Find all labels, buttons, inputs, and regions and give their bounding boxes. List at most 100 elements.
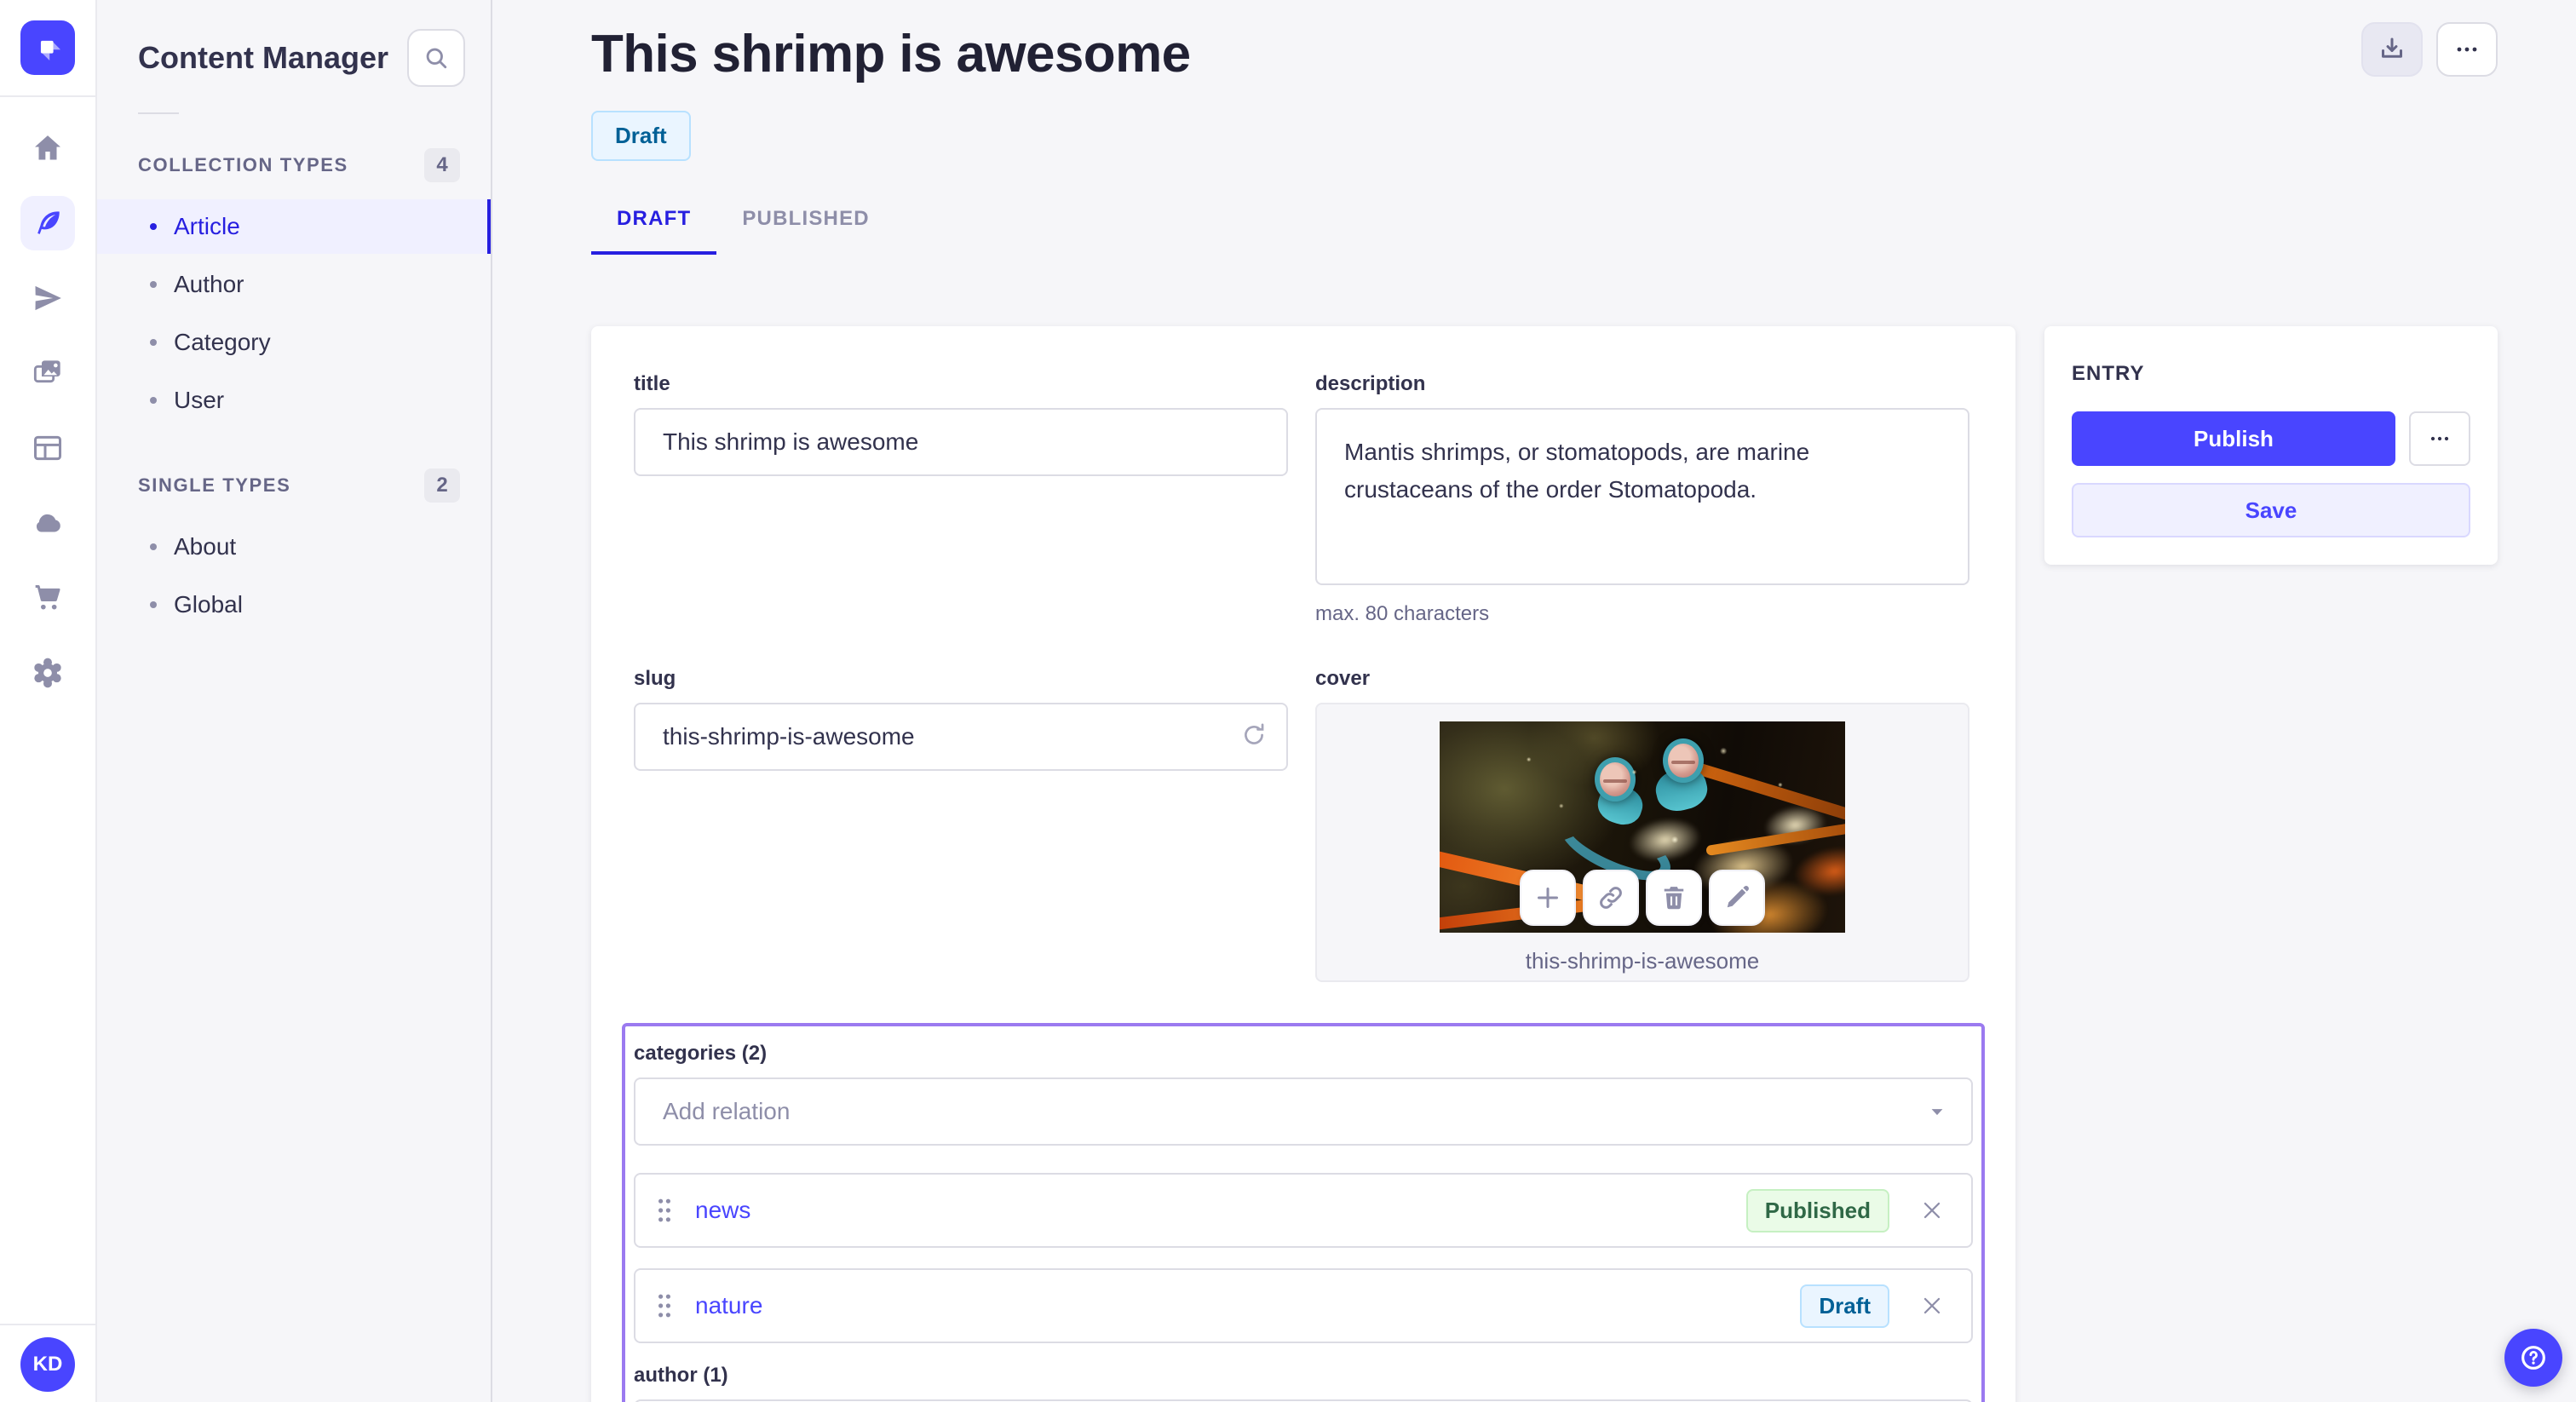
single-types-count-badge: 2: [424, 468, 460, 503]
cover-filename: this-shrimp-is-awesome: [1525, 948, 1760, 974]
search-button[interactable]: [407, 29, 465, 87]
layout-icon: [33, 435, 61, 461]
drag-handle-icon[interactable]: [656, 1197, 673, 1224]
nav-deploy-cloud-button[interactable]: [20, 496, 75, 550]
collection-types-count-badge: 4: [424, 148, 460, 182]
sidebar-item-label: Global: [174, 591, 243, 618]
nav-content-type-builder-button[interactable]: [20, 421, 75, 475]
ellipsis-icon: [2457, 47, 2477, 52]
cover-image: [1440, 721, 1845, 933]
author-label: author (1): [634, 1364, 728, 1387]
cover-field-label: cover: [1315, 667, 1371, 690]
gear-icon: [34, 658, 61, 688]
relation-status-badge: Published: [1745, 1188, 1889, 1232]
sidebar-item-user[interactable]: User: [97, 373, 491, 428]
categories-add-relation-select[interactable]: Add relation: [634, 1077, 1973, 1146]
sidebar-item-about[interactable]: About: [97, 520, 491, 574]
close-icon: [1923, 1202, 1941, 1219]
slug-field: slug: [634, 667, 1288, 982]
content-manager-sidebar: Content Manager COLLECTION TYPES 4 Artic…: [97, 0, 492, 1402]
strapi-logo[interactable]: [20, 20, 75, 75]
plus-icon: [1538, 888, 1558, 908]
close-icon: [1923, 1297, 1941, 1314]
nav-media-library-button[interactable]: [20, 346, 75, 400]
description-textarea[interactable]: Mantis shrimps, or stomatopods, are mari…: [1315, 408, 1969, 585]
delete-media-button[interactable]: [1646, 870, 1702, 926]
tab-draft[interactable]: DRAFT: [591, 197, 717, 255]
entry-more-actions-button[interactable]: [2409, 411, 2470, 466]
sidebar-item-article[interactable]: Article: [97, 199, 491, 254]
sidebar-item-author[interactable]: Author: [97, 257, 491, 312]
description-hint: max. 80 characters: [1315, 602, 1490, 625]
sidebar-item-label: About: [174, 533, 237, 560]
cloud-icon: [36, 514, 60, 532]
sidebar-item-category[interactable]: Category: [97, 315, 491, 370]
link-icon: [1600, 887, 1622, 909]
tab-published[interactable]: PUBLISHED: [716, 197, 894, 255]
description-field: description Mantis shrimps, or stomatopo…: [1315, 372, 1969, 626]
select-placeholder: Add relation: [663, 1098, 791, 1124]
cover-media-card: this-shrimp-is-awesome: [1315, 703, 1969, 982]
question-mark-icon: [2521, 1346, 2545, 1370]
nav-divider-top: [0, 95, 95, 97]
save-button[interactable]: Save: [2072, 483, 2470, 537]
sidebar-item-label: User: [174, 387, 225, 413]
relation-link[interactable]: nature: [695, 1292, 1800, 1319]
trash-icon: [1664, 887, 1684, 910]
relation-item-nature: nature Draft: [634, 1268, 1973, 1343]
remove-relation-button[interactable]: [1915, 1289, 1949, 1323]
sidebar-item-label: Category: [174, 329, 271, 355]
sidebar-item-label: Article: [174, 213, 240, 239]
title-input[interactable]: [634, 408, 1288, 476]
media-library-icon: [33, 360, 60, 383]
nav-releases-button[interactable]: [20, 271, 75, 325]
page-more-actions-button[interactable]: [2436, 22, 2498, 77]
nav-home-button[interactable]: [20, 121, 75, 175]
title-field: title: [634, 372, 1288, 626]
cover-field: cover this-shrimp-is-awesome: [1315, 667, 1969, 982]
bullet-icon: [150, 397, 157, 404]
copy-link-button[interactable]: [1583, 870, 1639, 926]
nav-marketplace-button[interactable]: [20, 571, 75, 625]
sidebar-divider: [138, 112, 179, 114]
sidebar-item-global[interactable]: Global: [97, 577, 491, 632]
author-relation-field: author (1) Add relation David Doe: [634, 1364, 1973, 1402]
page-title: This shrimp is awesome: [591, 25, 1191, 83]
download-icon: [2382, 37, 2402, 58]
drag-handle-icon[interactable]: [656, 1292, 673, 1319]
section-label-collection-types: COLLECTION TYPES: [138, 154, 348, 175]
cart-icon: [35, 585, 60, 610]
publish-button[interactable]: Publish: [2072, 411, 2395, 466]
regenerate-slug-button[interactable]: [1239, 720, 1269, 757]
status-badge: Draft: [591, 111, 691, 161]
relation-status-badge: Draft: [1800, 1284, 1889, 1328]
edit-media-button[interactable]: [1709, 870, 1765, 926]
slug-input[interactable]: [634, 703, 1288, 771]
relation-link[interactable]: news: [695, 1197, 1746, 1224]
home-icon: [35, 135, 60, 160]
avatar-initials: KD: [32, 1353, 63, 1376]
main-content: This shrimp is awesome Draft DRAFT PUBLI…: [492, 0, 2576, 1402]
search-icon: [426, 48, 447, 69]
refresh-icon: [1245, 723, 1264, 744]
help-button[interactable]: [2504, 1329, 2562, 1387]
slug-field-label: slug: [634, 667, 676, 690]
title-field-label: title: [634, 372, 670, 395]
add-media-button[interactable]: [1520, 870, 1576, 926]
export-button[interactable]: [2361, 22, 2423, 77]
strapi-logo-icon: [40, 40, 61, 61]
bullet-icon: [150, 339, 157, 346]
nav-content-manager-button[interactable]: [20, 196, 75, 250]
user-avatar[interactable]: KD: [20, 1337, 75, 1392]
categories-label: categories (2): [634, 1042, 768, 1065]
bullet-icon: [150, 601, 157, 608]
nav-settings-button[interactable]: [20, 646, 75, 700]
sidebar-title: Content Manager: [138, 40, 389, 75]
cover-action-bar: [1520, 870, 1765, 926]
remove-relation-button[interactable]: [1915, 1193, 1949, 1227]
categories-relation-field: categories (2) Add relation news Publish…: [634, 1042, 1973, 1343]
feather-icon: [37, 211, 60, 234]
bullet-icon: [150, 543, 157, 550]
pencil-icon: [1727, 886, 1749, 908]
bullet-icon: [150, 223, 157, 230]
